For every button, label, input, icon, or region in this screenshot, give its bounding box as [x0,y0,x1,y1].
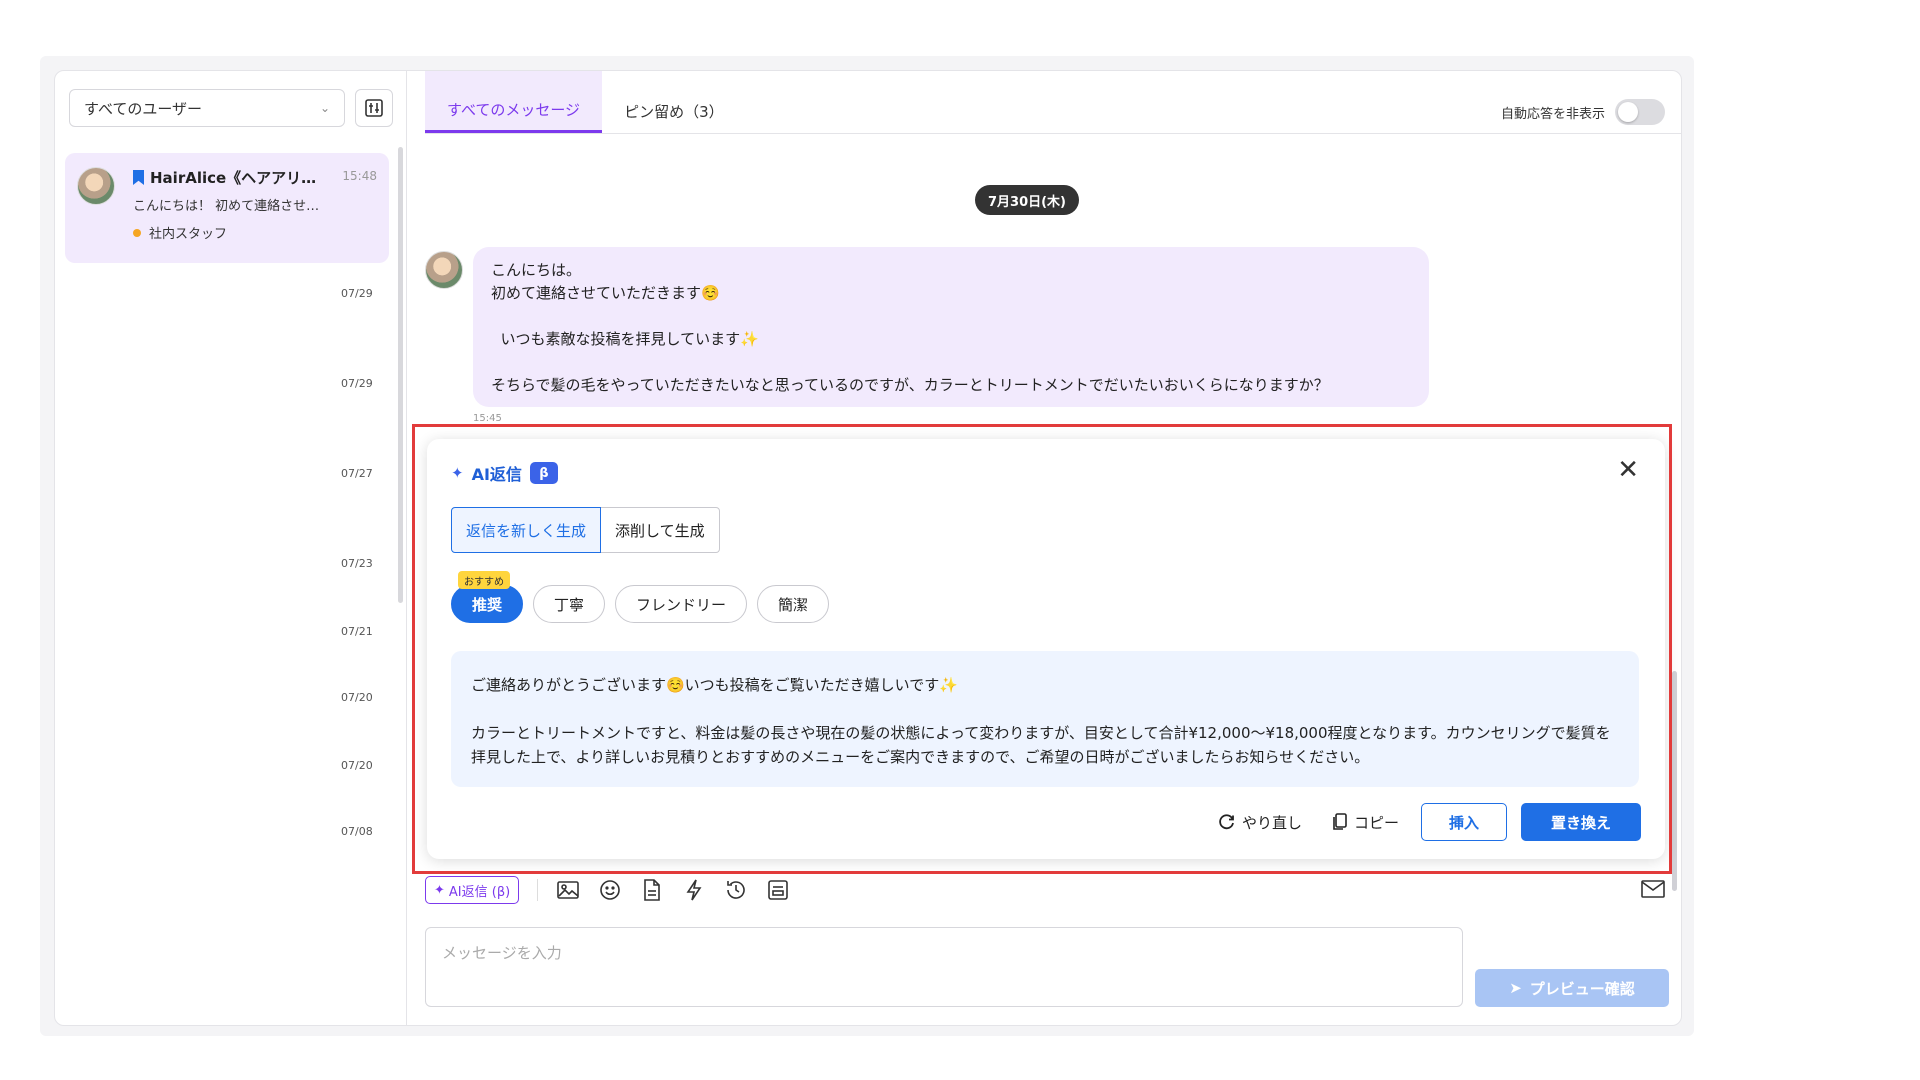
auto-reply-toggle-group: 自動応答を非表示 [1501,99,1665,125]
history-icon[interactable] [724,878,748,902]
avatar [425,251,463,289]
user-filter-select[interactable]: すべてのユーザー ⌄ [69,89,345,127]
chat-pane: すべてのメッセージ ピン留め（3） 自動応答を非表示 7月30日(木) こんにち… [407,71,1681,1025]
tone-label: 推奨 [472,595,503,614]
close-icon[interactable]: ✕ [1617,457,1639,483]
preview-button[interactable]: ➤ プレビュー確認 [1475,969,1669,1007]
recommend-badge: おすすめ [458,571,510,589]
conversation-date[interactable]: 07/27 [341,467,373,480]
tone-concise-button[interactable]: 簡潔 [757,585,830,623]
emoji-icon[interactable] [598,878,622,902]
user-filter-value: すべてのユーザー [84,99,203,118]
tone-recommended-button[interactable]: おすすめ 推奨 [451,571,524,623]
ai-chip-label: AI返信 (β) [448,884,511,900]
copy-button[interactable]: コピー [1324,803,1407,841]
insert-button[interactable]: 挿入 [1421,803,1507,841]
conversation-date[interactable]: 07/20 [341,691,373,704]
auto-reply-label: 自動応答を非表示 [1500,106,1605,122]
chevron-down-icon: ⌄ [319,101,330,115]
message-line [491,351,1411,374]
tone-friendly-button[interactable]: フレンドリー [615,585,748,623]
message-time: 15:45 [473,413,502,424]
message-line: 初めて連絡させていただきます☺️ [491,284,720,302]
incoming-message: こんにちは。 初めて連絡させていただきます☺️ いつも素敵な投稿を拝見しています… [473,247,1429,407]
message-input[interactable]: メッセージを入力 [425,927,1463,1007]
conversation-date[interactable]: 07/08 [341,825,373,838]
conversation-item-active[interactable]: HairAlice《ヘアアリ… 15:48 こんにちは！ 初めて連絡させ… 社内… [65,153,389,263]
retry-button[interactable]: やり直し [1210,803,1310,841]
sparkle-icon: ✦ [451,464,464,482]
generation-mode-group: 返信を新しく生成 添削して生成 [451,507,720,553]
ai-reply-panel: ✦ AI返信 β ✕ 返信を新しく生成 添削して生成 おすすめ 推奨 丁寧 フレ… [427,439,1665,859]
retry-label: やり直し [1241,813,1302,832]
conversation-tag: 社内スタッフ [133,223,227,242]
chat-scrollbar[interactable] [1672,671,1677,891]
reply-paragraph: ご連絡ありがとうございます☺️いつも投稿をご覧いただき嬉しいです✨ [471,676,958,694]
divider [537,879,539,901]
image-icon[interactable] [556,878,580,902]
template-icon[interactable] [640,878,664,902]
message-line: こんにちは。 [491,261,582,279]
conversation-sidebar: すべてのユーザー ⌄ HairAlice《ヘアアリ… 15:48 こんにちは！ … [55,71,407,1025]
refresh-icon [1219,814,1234,830]
mode-revise-button[interactable]: 添削して生成 [601,507,720,553]
ai-generated-reply: ご連絡ありがとうございます☺️いつも投稿をご覧いただき嬉しいです✨ カラーとトリ… [451,651,1639,787]
beta-badge: β [529,462,558,484]
message-line [491,305,1411,328]
ai-reply-title: ✦ AI返信 β [451,461,558,485]
form-icon[interactable] [766,878,790,902]
lightning-icon[interactable] [682,878,706,902]
reply-paragraph: カラーとトリートメントですと、料金は髪の長さや現在の髪の状態によって変わりますが… [471,724,1611,766]
conversation-date[interactable]: 07/29 [341,287,373,300]
tone-polite-button[interactable]: 丁寧 [533,585,606,623]
mail-icon[interactable] [1641,877,1665,901]
sparkle-icon: ✦ [434,882,445,898]
message-tabs: すべてのメッセージ ピン留め（3） [425,71,746,133]
message-line: いつも素敵な投稿を拝見しています✨ [491,330,759,348]
sliders-icon [365,99,383,117]
send-icon: ➤ [1509,979,1522,997]
inbox-app: すべてのユーザー ⌄ HairAlice《ヘアアリ… 15:48 こんにちは！ … [54,70,1682,1026]
preview-button-label: プレビュー確認 [1529,979,1635,998]
conversation-date[interactable]: 07/29 [341,377,373,390]
bookmark-icon [133,170,144,185]
copy-icon [1333,813,1347,830]
conversation-preview: こんにちは！ 初めて連絡させ… [133,199,320,214]
ai-reply-toggle-button[interactable]: ✦ AI返信 (β) [425,876,520,904]
divider [425,133,1681,134]
tone-options: おすすめ 推奨 丁寧 フレンドリー 簡潔 [451,571,830,623]
conversation-name-text: HairAlice《ヘアアリ… [150,169,317,187]
conversation-date[interactable]: 07/23 [341,557,373,570]
copy-label: コピー [1353,813,1399,832]
date-separator: 7月30日(木) [975,185,1079,215]
conversation-date[interactable]: 07/20 [341,759,373,772]
auto-reply-toggle[interactable] [1615,99,1665,125]
filter-settings-button[interactable] [355,89,393,127]
compose-toolbar: ✦ AI返信 (β) [425,875,1665,905]
replace-button[interactable]: 置き換え [1521,803,1641,841]
message-line: そちらで髪の毛をやっていただきたいなと思っているのですが、カラーとトリートメント… [491,376,1329,394]
tag-label: 社内スタッフ [149,227,228,242]
tag-dot-icon [133,228,141,237]
conversation-date[interactable]: 07/21 [341,625,373,638]
avatar [77,167,115,205]
mode-generate-new-button[interactable]: 返信を新しく生成 [451,507,602,553]
conversation-time: 15:48 [342,169,377,183]
conversation-name: HairAlice《ヘアアリ… [133,167,316,188]
tab-pinned[interactable]: ピン留め（3） [602,71,746,133]
ai-reply-actions: やり直し コピー 挿入 置き換え [1210,803,1641,841]
sidebar-scrollbar[interactable] [398,147,403,603]
ai-reply-title-text: AI返信 [471,465,522,484]
tab-all-messages[interactable]: すべてのメッセージ [425,71,603,133]
